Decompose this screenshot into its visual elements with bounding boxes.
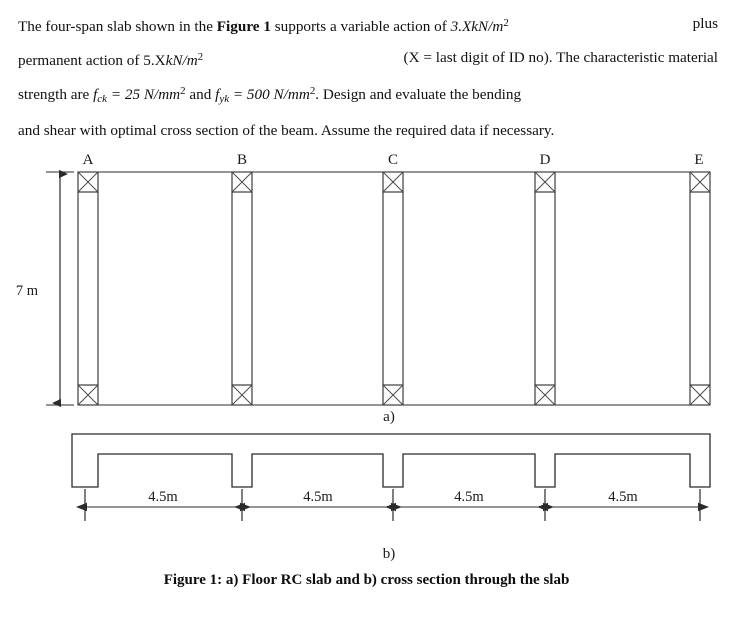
slab-edges: [78, 171, 710, 406]
column-labels: A B C D E: [83, 152, 704, 168]
column-label-B: B: [237, 152, 247, 168]
column-line-C: [382, 171, 404, 406]
span-label-4: 4.5m: [608, 489, 638, 505]
figure-1-svg: A B C D E 7 m a) 4.5m 4.5m 4.5m 4.5m b): [16, 152, 711, 562]
plan-view-group: A B C D E 7 m a): [16, 152, 711, 425]
part-a-label: a): [383, 409, 395, 425]
document-page: The four-span slab shown in the Figure 1…: [0, 0, 733, 619]
statement-line-3-tail: . Design and evaluate the bending: [315, 85, 522, 103]
permanent-action-unit: kN/m: [165, 51, 198, 69]
figure-caption: Figure 1: a) Floor RC slab and b) cross …: [163, 572, 570, 588]
statement-line-3: strength are fck = 25 N/mm2 and fyk = 50…: [18, 76, 718, 115]
statement-line-2-rest: (X = last digit of ID no). The character…: [403, 48, 718, 66]
statement-line-3-lead: strength are: [18, 85, 94, 103]
problem-statement: The four-span slab shown in the Figure 1…: [18, 8, 718, 146]
column-label-D: D: [540, 152, 551, 168]
vertical-dimension-label: 7 m: [16, 283, 39, 299]
column-line-D: [534, 171, 556, 406]
statement-line-3-conj: and: [185, 85, 216, 103]
span-label-2: 4.5m: [303, 489, 333, 505]
fyk-value: = 500 N/mm: [229, 85, 310, 103]
variable-action-value: 3.X: [450, 17, 472, 35]
fck-value: = 25 N/mm: [107, 85, 181, 103]
part-b-label: b): [383, 546, 396, 562]
slab-cross-section-outline: [71, 433, 711, 488]
statement-line-2: permanent action of 5.XkN/m2 (X = last d…: [18, 42, 718, 76]
statement-line-2-lead: permanent action of 5.XkN/m2: [18, 42, 203, 76]
column-line-E: [689, 171, 711, 406]
permanent-action-unit-exponent: 2: [197, 50, 204, 63]
column-label-C: C: [388, 152, 398, 168]
fck-subscript: ck: [97, 92, 108, 105]
figure-reference: Figure 1: [216, 17, 271, 35]
column-line-B: [231, 171, 253, 406]
statement-line-1-part-a: The four-span slab shown in the: [18, 17, 217, 35]
span-label-3: 4.5m: [454, 489, 484, 505]
statement-line-1-content: The four-span slab shown in the Figure 1…: [18, 8, 509, 42]
column-line-A: [77, 171, 99, 406]
vertical-dimension-7m: 7 m: [16, 169, 74, 408]
column-label-E: E: [694, 152, 703, 168]
statement-line-4: and shear with optimal cross section of …: [18, 121, 555, 139]
cross-section-group: 4.5m 4.5m 4.5m 4.5m b): [71, 433, 711, 562]
statement-line-1-part-c: plus: [692, 15, 718, 32]
permanent-action-text: permanent action of 5.X: [18, 51, 166, 69]
span-label-1: 4.5m: [148, 489, 178, 505]
fyk-subscript: yk: [219, 92, 230, 105]
statement-line-1: The four-span slab shown in the Figure 1…: [18, 8, 718, 42]
statement-line-1-part-b: supports a variable action of: [270, 17, 451, 35]
column-label-A: A: [83, 152, 94, 168]
figure-1: A B C D E 7 m a) 4.5m 4.5m 4.5m 4.5m b): [0, 146, 733, 566]
variable-action-unit: kN/m: [471, 17, 504, 35]
variable-action-unit-exponent: 2: [503, 17, 509, 29]
